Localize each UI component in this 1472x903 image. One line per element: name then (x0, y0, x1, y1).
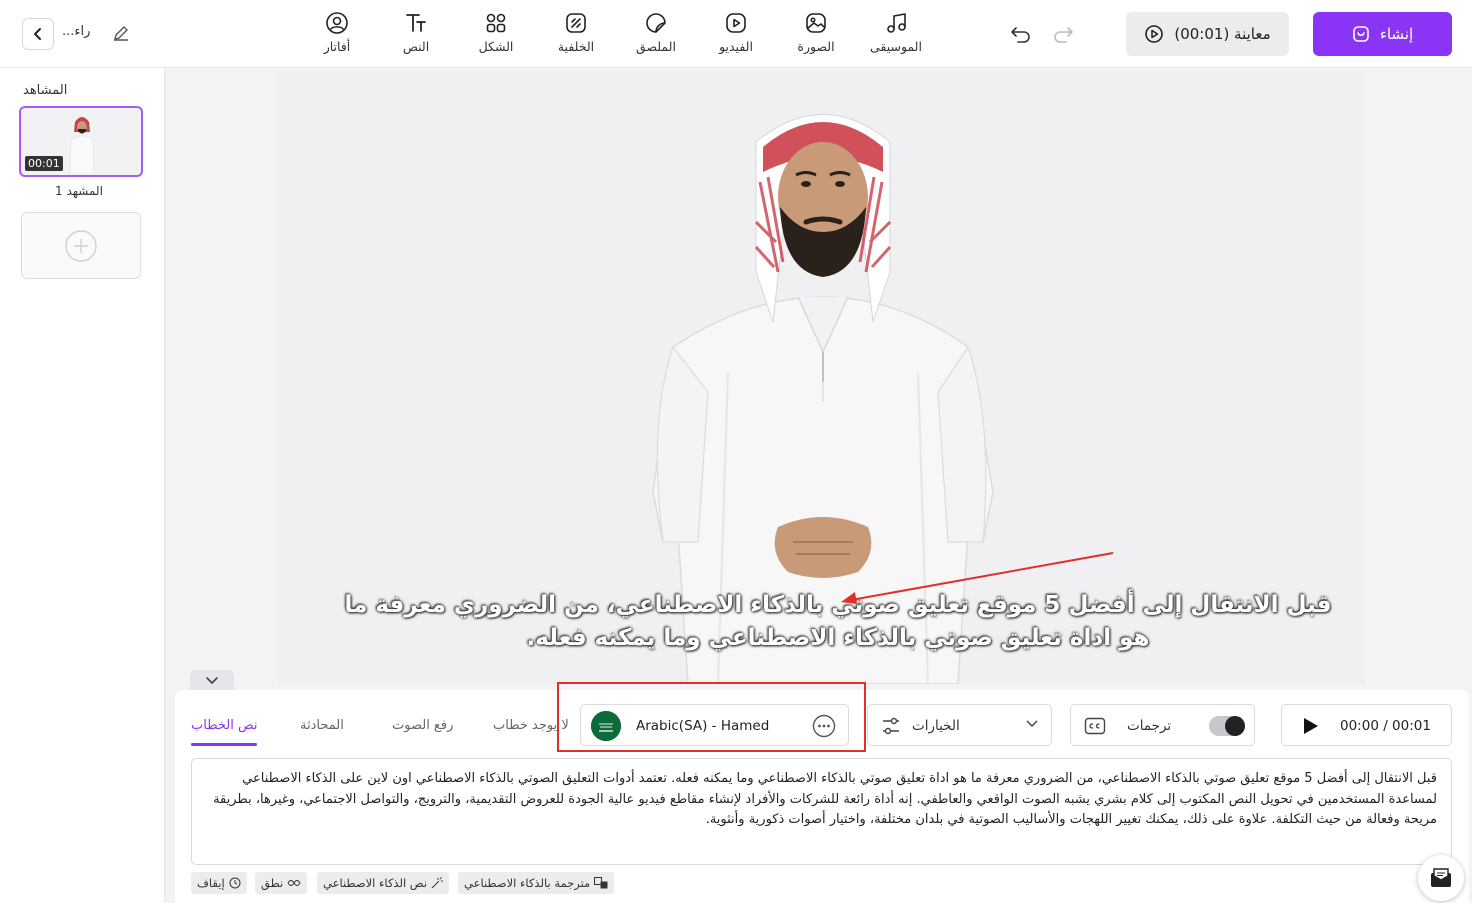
scenes-panel: المشاهد 00:01 المشهد 1 (0, 68, 165, 903)
voice-highlight-annotation (557, 682, 866, 752)
image-icon (803, 10, 829, 36)
options-dropdown[interactable]: الخيارات (867, 704, 1052, 746)
player-time: 00:00 / 00:01 (1340, 718, 1431, 734)
tool-shape-label: الشكل (478, 39, 514, 54)
translate-icon (594, 877, 608, 889)
shape-icon (483, 10, 509, 36)
tool-background[interactable]: الخلفية (540, 10, 612, 60)
inbox-icon (1431, 868, 1451, 887)
scene-avatar-thumbnail (69, 117, 95, 174)
magic-wand-icon (431, 877, 444, 889)
tool-avatar-label: أفاتار (323, 39, 351, 54)
pronunciation-chip[interactable]: نطق (255, 872, 308, 894)
closed-captions-icon (1084, 717, 1106, 735)
preview-button[interactable]: معاينة (00:01) (1126, 12, 1289, 56)
captions-toggle[interactable] (1209, 716, 1245, 736)
tool-text-label: النص (402, 39, 430, 54)
tool-music-label: الموسيقى (870, 39, 922, 54)
add-scene-button[interactable] (21, 212, 141, 279)
sliders-icon (883, 717, 899, 735)
preview-label: معاينة (00:01) (1174, 25, 1271, 43)
tool-video[interactable]: الفيديو (700, 10, 772, 60)
redo-icon[interactable] (1050, 22, 1076, 48)
scenes-title: المشاهد (23, 83, 68, 98)
tool-background-label: الخلفية (557, 39, 595, 54)
tool-sticker[interactable]: الملصق (620, 10, 692, 60)
tab-conversation[interactable]: المحادثة (300, 718, 344, 733)
play-circle-icon (1145, 25, 1164, 43)
script-textarea[interactable]: قبل الانتقال إلى أفضل 5 موقع تعليق صوتي … (191, 758, 1452, 865)
create-button[interactable]: إنشاء (1313, 12, 1452, 56)
plus-circle-icon (65, 229, 97, 262)
pause-chip-label: إيقاف (197, 876, 225, 890)
tool-image[interactable]: الصورة (780, 10, 852, 60)
back-button[interactable] (22, 18, 54, 50)
top-toolbar: ...راء أفاتار النص الشكل الخلفية الملصق (0, 0, 1472, 68)
audio-player: 00:00 / 00:01 (1281, 704, 1452, 746)
tool-text[interactable]: النص (380, 10, 452, 60)
chevron-left-icon (34, 28, 41, 40)
tool-sticker-label: الملصق (636, 39, 676, 54)
pronunciation-chip-label: نطق (261, 876, 284, 890)
active-tab-indicator (191, 743, 257, 746)
text-icon (403, 10, 429, 36)
ai-text-chip-label: نص الذكاء الاصطناعي (323, 876, 428, 890)
scene-duration: 00:01 (25, 156, 63, 171)
project-title[interactable]: ...راء (62, 24, 90, 39)
avatar-icon (324, 10, 350, 36)
tab-speech-text[interactable]: نص الخطاب (191, 718, 258, 733)
tool-music[interactable]: الموسيقى (860, 10, 932, 60)
pronunciation-icon (287, 880, 301, 886)
ai-translate-chip-label: مترجمة بالذكاء الاصطناعي (464, 876, 591, 890)
clock-icon (229, 877, 241, 889)
background-icon (563, 10, 589, 36)
scene-thumbnail[interactable]: 00:01 (19, 106, 143, 177)
undo-icon[interactable] (1008, 22, 1034, 48)
ai-text-chip[interactable]: نص الذكاء الاصطناعي (317, 872, 450, 894)
tool-image-label: الصورة (797, 39, 835, 54)
sticker-icon (643, 10, 669, 36)
annotation-arrow (841, 552, 1114, 604)
collapse-editor-button[interactable] (190, 670, 234, 692)
captions-toggle-box: ترجمات (1070, 704, 1255, 746)
options-label: الخيارات (912, 718, 960, 734)
chevron-down-icon (206, 677, 218, 685)
ai-translate-chip[interactable]: مترجمة بالذكاء الاصطناعي (458, 872, 615, 894)
edit-title-icon[interactable] (110, 22, 132, 44)
toggle-knob (1225, 716, 1245, 736)
tool-video-label: الفيديو (719, 39, 753, 54)
chevron-down-icon (1026, 720, 1038, 728)
tool-shape[interactable]: الشكل (460, 10, 532, 60)
create-label: إنشاء (1379, 25, 1414, 43)
captions-label: ترجمات (1127, 718, 1172, 734)
tab-upload-audio[interactable]: رفع الصوت (392, 718, 453, 733)
create-icon (1353, 26, 1369, 42)
scene-label: المشهد 1 (55, 184, 103, 198)
pause-chip[interactable]: إيقاف (191, 872, 247, 894)
video-icon (723, 10, 749, 36)
tool-avatar[interactable]: أفاتار (301, 10, 373, 60)
music-icon (883, 10, 909, 36)
play-icon[interactable] (1302, 716, 1320, 736)
messages-button[interactable] (1418, 855, 1464, 901)
video-canvas[interactable]: قبل الانتقال إلى أفضل 5 موقع تعليق صوتي … (278, 72, 1366, 684)
